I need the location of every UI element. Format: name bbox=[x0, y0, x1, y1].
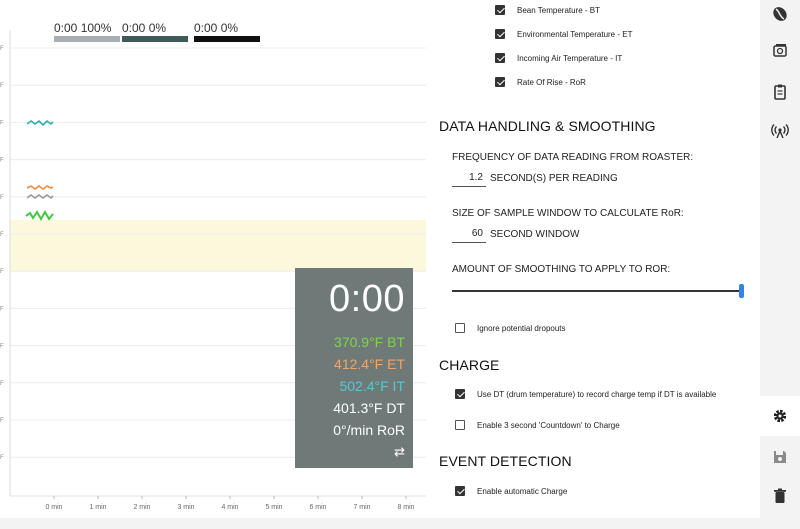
freq-label: FREQUENCY OF DATA READING FROM ROASTER: bbox=[452, 152, 694, 163]
x-tick-label: 4 min bbox=[221, 504, 238, 511]
dt-readout: 401.3°F DT bbox=[333, 400, 405, 416]
dropouts-checkbox[interactable] bbox=[455, 323, 465, 333]
y-tick-label: F bbox=[0, 195, 4, 201]
et-curve bbox=[26, 185, 54, 190]
roast-timer: 0:00 bbox=[329, 278, 405, 320]
clipboard-icon[interactable] bbox=[770, 82, 790, 102]
x-tick-label: 6 min bbox=[309, 504, 326, 511]
curve-option[interactable]: Incoming Air Temperature - IT bbox=[495, 53, 622, 63]
right-toolbar bbox=[760, 0, 800, 518]
x-axis-ticks: 0 min 1 min 2 min 3 min 4 min 5 min 6 min 7 min… bbox=[45, 496, 415, 511]
event-detection-title: EVENT DETECTION bbox=[439, 453, 572, 469]
dropouts-option[interactable]: Ignore potential dropouts bbox=[455, 323, 566, 333]
curve-label: Incoming Air Temperature - IT bbox=[517, 53, 623, 63]
legend-swatch bbox=[54, 36, 120, 42]
et-readout: 412.4°F ET bbox=[334, 356, 405, 372]
auto-charge-label: Enable automatic Charge bbox=[477, 486, 568, 496]
y-tick-label: F bbox=[0, 306, 4, 312]
it-curve bbox=[26, 119, 54, 127]
live-readout-panel: 0:00 370.9°F BT 412.4°F ET 502.4°F IT 40… bbox=[295, 268, 413, 468]
settings-panel: Bean Temperature - BT Environmental Tempe… bbox=[426, 0, 760, 518]
use-dt-checkbox[interactable] bbox=[455, 389, 465, 399]
curve-label: Environmental Temperature - ET bbox=[517, 29, 633, 39]
curve-label: Rate Of Rise - RoR bbox=[517, 77, 586, 87]
legend-label: 0:00 100% bbox=[54, 21, 112, 35]
countdown-checkbox[interactable] bbox=[455, 420, 465, 430]
smoothing-slider-track[interactable] bbox=[452, 290, 744, 292]
auto-charge-checkbox[interactable] bbox=[455, 486, 465, 496]
freq-unit: SECOND(S) PER READING bbox=[490, 173, 618, 184]
legend-label: 0:00 0% bbox=[122, 21, 167, 35]
use-dt-label: Use DT (drum temperature) to record char… bbox=[477, 389, 717, 399]
legend-swatch bbox=[122, 36, 188, 42]
legend-item[interactable]: 0:00 0% bbox=[122, 21, 188, 42]
x-tick-label: 7 min bbox=[353, 504, 370, 511]
bt-readout: 370.9°F BT bbox=[334, 334, 405, 350]
use-dt-option[interactable]: Use DT (drum temperature) to record char… bbox=[455, 389, 716, 399]
smoothing-slider-thumb[interactable] bbox=[739, 284, 744, 298]
window-unit: SECOND WINDOW bbox=[490, 229, 580, 240]
x-tick-label: 1 min bbox=[89, 504, 106, 511]
roast-chart[interactable]: F F F F F F F F F F F F 0 min 1 min 2 min 3 min 4 min 5 … bbox=[0, 0, 426, 529]
roaster-icon[interactable] bbox=[770, 40, 790, 60]
legend-item[interactable]: 0:00 100% bbox=[54, 21, 120, 42]
legend-item[interactable]: 0:00 0% bbox=[194, 21, 260, 42]
countdown-option[interactable]: Enable 3 second 'Countdown' to Charge bbox=[455, 420, 620, 430]
legend-label: 0:00 0% bbox=[194, 21, 239, 35]
y-tick-label: F bbox=[0, 83, 4, 89]
app-root: F F F F F F F F F F F F 0 min 1 min 2 min 3 min 4 min 5 … bbox=[0, 0, 800, 529]
curve-checkbox[interactable] bbox=[495, 29, 505, 39]
y-tick-label: F bbox=[0, 455, 4, 461]
development-band bbox=[10, 220, 426, 271]
bean-icon[interactable] bbox=[770, 4, 790, 24]
it-readout: 502.4°F IT bbox=[339, 378, 405, 394]
curve-checkbox[interactable] bbox=[495, 5, 505, 15]
x-tick-label: 8 min bbox=[397, 504, 414, 511]
trash-icon[interactable] bbox=[770, 486, 790, 506]
curve-label: Bean Temperature - BT bbox=[517, 5, 601, 15]
charge-title: CHARGE bbox=[439, 357, 500, 373]
auto-charge-option[interactable]: Enable automatic Charge bbox=[455, 486, 567, 496]
freq-input[interactable]: 1.2 bbox=[452, 172, 486, 187]
curve-option[interactable]: Rate Of Rise - RoR bbox=[495, 77, 586, 87]
x-tick-label: 0 min bbox=[45, 504, 62, 511]
curve-option[interactable]: Environmental Temperature - ET bbox=[495, 29, 632, 39]
curve-option[interactable]: Bean Temperature - BT bbox=[495, 5, 600, 15]
bottom-strip bbox=[0, 518, 800, 529]
y-axis-ticks: F F F F F F F F F F F F bbox=[0, 46, 4, 461]
countdown-label: Enable 3 second 'Countdown' to Charge bbox=[477, 420, 620, 430]
smoothing-label: AMOUNT OF SMOOTHING TO APPLY TO ROR: bbox=[452, 264, 671, 275]
x-tick-label: 5 min bbox=[265, 504, 282, 511]
dropouts-label: Ignore potential dropouts bbox=[477, 323, 566, 333]
ror-readout: 0°/min RoR bbox=[333, 422, 405, 438]
save-icon[interactable] bbox=[770, 447, 790, 467]
y-tick-label: F bbox=[0, 46, 4, 52]
gear-icon[interactable] bbox=[770, 406, 790, 426]
x-tick-label: 2 min bbox=[133, 504, 150, 511]
swap-icon[interactable]: ⇄ bbox=[394, 444, 405, 460]
curve-checkbox[interactable] bbox=[495, 77, 505, 87]
window-label: SIZE OF SAMPLE WINDOW TO CALCULATE RoR: bbox=[452, 208, 684, 219]
window-input[interactable]: 60 bbox=[452, 228, 486, 243]
legend-swatch bbox=[194, 36, 260, 42]
bt-curve bbox=[25, 209, 54, 222]
y-tick-label: F bbox=[0, 381, 4, 387]
y-tick-label: F bbox=[0, 120, 4, 126]
y-tick-label: F bbox=[0, 232, 4, 238]
y-tick-label: F bbox=[0, 418, 4, 424]
curve-checkbox[interactable] bbox=[495, 53, 505, 63]
y-tick-label: F bbox=[0, 269, 4, 275]
y-tick-label: F bbox=[0, 158, 4, 164]
data-handling-title: DATA HANDLING & SMOOTHING bbox=[439, 118, 656, 134]
x-tick-label: 3 min bbox=[177, 504, 194, 511]
y-tick-label: F bbox=[0, 344, 4, 350]
broadcast-icon[interactable] bbox=[770, 121, 790, 141]
